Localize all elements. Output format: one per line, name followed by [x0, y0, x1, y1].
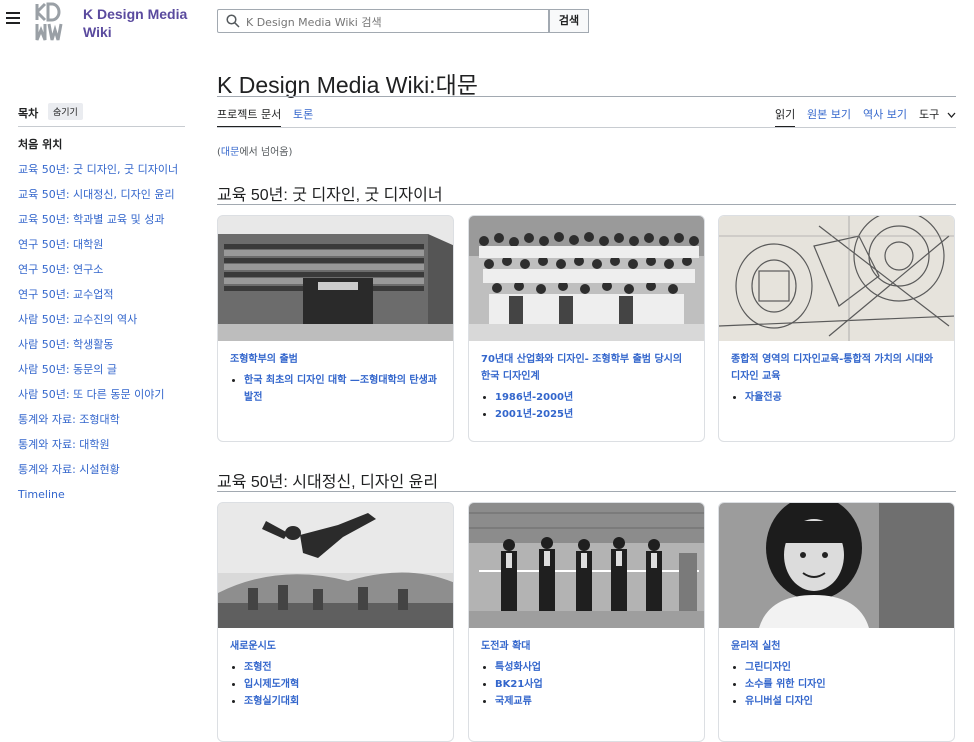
card-link[interactable]: 국제교류 [495, 696, 532, 707]
toc-item[interactable]: 통계와 자료: 대학원 [18, 436, 178, 461]
toc-item[interactable]: 사람 50년: 또 다른 동문 이야기 [18, 386, 178, 411]
toc-item[interactable]: 사람 50년: 동문의 글 [18, 361, 178, 386]
card-building[interactable]: 조형학부의 출범 한국 최초의 디자인 대학 —조형대학의 탄생과 발전 [217, 215, 454, 442]
card-link[interactable]: 1986년-2000년 [495, 392, 573, 403]
list-item: BK21사업 [495, 676, 692, 693]
list-item: 유니버설 디자인 [745, 693, 942, 710]
card-link[interactable]: 특성화사업 [495, 662, 541, 673]
toc-item[interactable]: 교육 50년: 굿 디자인, 굿 디자이너 [18, 161, 178, 186]
toc-item[interactable]: 연구 50년: 연구소 [18, 261, 178, 286]
ribbon-cutting-photo [469, 503, 704, 628]
card-list: 조형전 입시제도개혁 조형실기대회 [218, 659, 453, 710]
search-input[interactable] [244, 12, 538, 32]
card-title[interactable]: 종합적 영역의 디자인교육-통합적 가치의 시대와 디자인 교육 [719, 341, 954, 385]
card-link[interactable]: 조형전 [244, 662, 272, 673]
list-item: 2001년-2025년 [495, 406, 692, 423]
toc-item[interactable]: 교육 50년: 학과별 교육 및 성과 [18, 211, 178, 236]
toc-item[interactable]: 처음 위치 [18, 136, 178, 161]
card-title[interactable]: 조형학부의 출범 [218, 341, 453, 368]
card-title[interactable]: 70년대 산업화와 디자인- 조형학부 출범 당시의 한국 디자인계 [469, 341, 704, 385]
list-item: 조형전 [244, 659, 441, 676]
card-list: 자율전공 [719, 389, 954, 406]
toc-divider [18, 126, 185, 127]
toc-list: 처음 위치 교육 50년: 굿 디자인, 굿 디자이너 교육 50년: 시대정신… [18, 136, 178, 511]
title-divider [217, 96, 956, 97]
sketch-drawing [719, 216, 954, 341]
toc-title: 목차 [18, 107, 39, 120]
tools-label: 도구 [919, 108, 940, 121]
card-link[interactable]: 조형실기대회 [244, 696, 299, 707]
tab-talk[interactable]: 토론 [293, 106, 313, 122]
list-item: 한국 최초의 디자인 대학 —조형대학의 탄생과 발전 [244, 372, 441, 406]
toc-item[interactable]: 사람 50년: 교수진의 역사 [18, 311, 178, 336]
section-heading: 교육 50년: 시대정신, 디자인 윤리 [217, 474, 439, 491]
section-divider [217, 204, 956, 205]
search-button[interactable]: 검색 [549, 9, 589, 33]
card-child[interactable]: 윤리적 실천 그린디자인 소수를 위한 디자인 유니버설 디자인 [718, 502, 955, 742]
list-item: 국제교류 [495, 693, 692, 710]
search-icon [226, 14, 240, 28]
tab-tools[interactable]: 도구 [919, 106, 956, 122]
card-link[interactable]: BK21사업 [495, 679, 543, 690]
list-item: 특성화사업 [495, 659, 692, 676]
card-list: 1986년-2000년 2001년-2025년 [469, 389, 704, 423]
card-title[interactable]: 새로운시도 [218, 628, 453, 655]
chevron-down-icon [947, 112, 956, 118]
list-item: 자율전공 [745, 389, 942, 406]
redirect-text: 에서 넘어옴 [239, 147, 289, 158]
page-title: K Design Media Wiki:대문 [217, 72, 478, 98]
toc-item[interactable]: 연구 50년: 대학원 [18, 236, 178, 261]
tab-read[interactable]: 읽기 [775, 106, 796, 128]
card-list: 특성화사업 BK21사업 국제교류 [469, 659, 704, 710]
site-name[interactable]: K Design Media Wiki [83, 5, 193, 41]
group-photo [469, 216, 704, 341]
section-divider [217, 491, 956, 492]
celebration-photo [218, 503, 453, 628]
card-list: 그린디자인 소수를 위한 디자인 유니버설 디자인 [719, 659, 954, 710]
card-sketch[interactable]: 종합적 영역의 디자인교육-통합적 가치의 시대와 디자인 교육 자율전공 [718, 215, 955, 442]
card-title[interactable]: 윤리적 실천 [719, 628, 954, 655]
list-item: 그린디자인 [745, 659, 942, 676]
redirect-note: (대문에서 넘어옴) [217, 147, 293, 158]
card-title[interactable]: 도전과 확대 [469, 628, 704, 655]
card-link[interactable]: 소수를 위한 디자인 [745, 679, 826, 690]
toc-item[interactable]: Timeline [18, 486, 178, 511]
list-item: 조형실기대회 [244, 693, 441, 710]
toc-item[interactable]: 통계와 자료: 조형대학 [18, 411, 178, 436]
menu-icon[interactable] [6, 12, 20, 26]
building-photo [218, 216, 453, 341]
site-logo[interactable] [35, 2, 75, 42]
tab-history[interactable]: 역사 보기 [863, 106, 907, 122]
list-item: 1986년-2000년 [495, 389, 692, 406]
section-heading: 교육 50년: 굿 디자인, 굿 디자이너 [217, 187, 443, 204]
tab-project-doc[interactable]: 프로젝트 문서 [217, 106, 282, 128]
toc-item[interactable]: 연구 50년: 교수업적 [18, 286, 178, 311]
card-link[interactable]: 그린디자인 [745, 662, 791, 673]
card-toss[interactable]: 새로운시도 조형전 입시제도개혁 조형실기대회 [217, 502, 454, 742]
child-portrait-photo [719, 503, 954, 628]
toc-item[interactable]: 통계와 자료: 시설현황 [18, 461, 178, 486]
tab-view-source[interactable]: 원본 보기 [807, 106, 851, 122]
card-link[interactable]: 유니버설 디자인 [745, 696, 813, 707]
card-link[interactable]: 입시제도개혁 [244, 679, 299, 690]
card-group-photo[interactable]: 70년대 산업화와 디자인- 조형학부 출범 당시의 한국 디자인계 1986년… [468, 215, 705, 442]
list-item: 입시제도개혁 [244, 676, 441, 693]
card-link[interactable]: 자율전공 [745, 392, 782, 403]
tabs-divider [217, 127, 956, 128]
card-link[interactable]: 한국 최초의 디자인 대학 —조형대학의 탄생과 발전 [244, 375, 437, 403]
card-list: 한국 최초의 디자인 대학 —조형대학의 탄생과 발전 [218, 372, 453, 406]
redirect-link[interactable]: 대문 [221, 147, 239, 158]
toc-hide-button[interactable]: 숨기기 [48, 103, 83, 120]
card-ribbon[interactable]: 도전과 확대 특성화사업 BK21사업 국제교류 [468, 502, 705, 742]
toc-item[interactable]: 교육 50년: 시대정신, 디자인 윤리 [18, 186, 178, 211]
toc-item[interactable]: 사람 50년: 학생활동 [18, 336, 178, 361]
search-box[interactable] [217, 9, 549, 33]
list-item: 소수를 위한 디자인 [745, 676, 942, 693]
card-link[interactable]: 2001년-2025년 [495, 409, 573, 420]
